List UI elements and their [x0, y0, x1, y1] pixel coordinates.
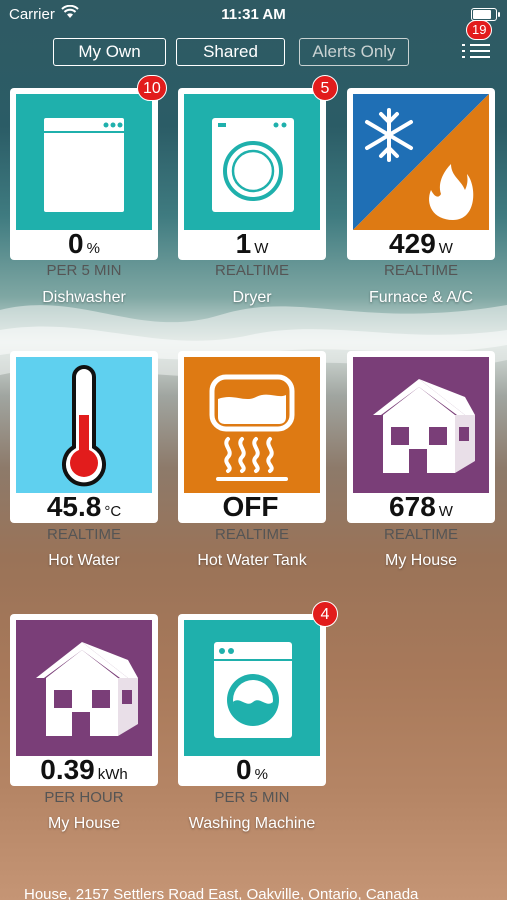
status-bar: Carrier 11:31 AM	[0, 0, 507, 30]
device-value: 678 W	[389, 491, 453, 522]
device-card-washing-machine[interactable]: 0%	[178, 614, 326, 786]
device-card-hot-water-tank[interactable]: OFF	[178, 351, 326, 523]
device-value: 1W	[235, 228, 269, 259]
device-value: OFF	[222, 491, 279, 522]
device-value: 0%	[68, 228, 100, 259]
dryer-icon	[184, 94, 320, 230]
period-label: REALTIME	[384, 262, 458, 279]
dishwasher-icon	[16, 94, 152, 230]
house-icon	[353, 357, 489, 493]
period-label: REALTIME	[215, 526, 289, 543]
period-label: REALTIME	[384, 526, 458, 543]
period-label: PER 5 MIN	[46, 262, 122, 279]
device-value: 45.8 °C	[46, 491, 122, 522]
alert-badge: 5	[312, 75, 338, 101]
device-card-furnace-ac[interactable]: 429 W	[347, 88, 495, 260]
device-name: Hot Water Tank	[197, 552, 307, 569]
location-footer: House, 2157 Settlers Road East, Oakville…	[24, 886, 419, 900]
device-name: Furnace & A/C	[368, 289, 474, 306]
clock: 11:31 AM	[221, 6, 286, 23]
filter-shared-button[interactable]: Shared	[176, 38, 285, 66]
furnace-ac-icon	[353, 94, 489, 230]
house-icon	[16, 620, 152, 756]
menu-list-icon[interactable]	[462, 40, 490, 60]
alert-badge: 4	[312, 601, 338, 627]
device-name: My House	[47, 815, 121, 832]
period-label: PER HOUR	[44, 789, 124, 806]
thermometer-icon	[16, 357, 152, 493]
device-card-hot-water[interactable]: 45.8 °C	[10, 351, 158, 523]
device-value: 0.39 kWh	[40, 754, 128, 785]
water-tank-icon	[184, 357, 320, 493]
period-label: REALTIME	[215, 262, 289, 279]
washing-machine-icon	[184, 620, 320, 756]
filter-alerts-only-button[interactable]: Alerts Only	[299, 38, 409, 66]
device-card-my-house[interactable]: 678 W	[347, 351, 495, 523]
device-name: My House	[384, 552, 458, 569]
filter-bar: My Own Shared Alerts Only	[0, 38, 507, 68]
device-value: 429 W	[389, 228, 453, 259]
filter-my-own-button[interactable]: My Own	[53, 38, 166, 66]
device-value: 0%	[236, 754, 268, 785]
period-label: PER 5 MIN	[214, 789, 290, 806]
device-card-dishwasher[interactable]: 0%	[10, 88, 158, 260]
device-card-my-house-energy[interactable]: 0.39 kWh	[10, 614, 158, 786]
period-label: REALTIME	[47, 526, 121, 543]
device-name: Dryer	[232, 289, 272, 306]
menu-badge: 19	[466, 20, 493, 40]
device-name: Hot Water	[48, 552, 120, 569]
device-card-dryer[interactable]: 1W	[178, 88, 326, 260]
device-name: Washing Machine	[188, 815, 316, 832]
alert-badge: 10	[137, 75, 167, 101]
device-name: Dishwasher	[42, 289, 126, 306]
